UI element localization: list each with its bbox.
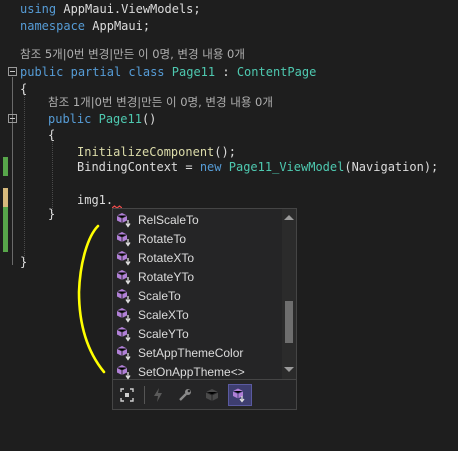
extension-method-icon bbox=[116, 307, 134, 323]
completion-item-label: ScaleXTo bbox=[138, 307, 189, 322]
code-line-ctor: public Page11() bbox=[48, 110, 156, 128]
completion-item[interactable]: ScaleXTo bbox=[113, 305, 281, 324]
scroll-up-arrow[interactable] bbox=[284, 215, 294, 220]
completion-item[interactable]: RotateYTo bbox=[113, 267, 281, 286]
indent-guide bbox=[24, 92, 25, 262]
completion-item-label: SetAppThemeColor bbox=[138, 345, 244, 360]
extension-method-icon bbox=[116, 326, 134, 342]
property-assign: BindingContext = bbox=[77, 160, 200, 174]
namespace-text: AppMaui.ViewModels; bbox=[63, 2, 201, 16]
extension-method-icon bbox=[116, 364, 134, 380]
completion-item-label: RotateTo bbox=[138, 231, 187, 246]
change-bar-saved bbox=[3, 157, 8, 176]
code-line-brace: { bbox=[20, 82, 28, 96]
cube-filter-icon[interactable] bbox=[200, 384, 224, 406]
wrench-filter-icon[interactable] bbox=[173, 384, 197, 406]
completion-item[interactable]: SetOnAppTheme<> bbox=[113, 362, 281, 381]
fold-line bbox=[12, 124, 13, 220]
class-name: Page11 bbox=[171, 65, 216, 79]
target-filter-icon[interactable] bbox=[115, 384, 139, 406]
indent-guide bbox=[52, 138, 53, 213]
namespace-text: AppMaui; bbox=[92, 19, 151, 33]
parens: () bbox=[141, 112, 157, 126]
completion-item-label: ScaleTo bbox=[138, 288, 181, 303]
code-line-typing[interactable]: img1. bbox=[77, 191, 113, 209]
scroll-down-arrow[interactable] bbox=[284, 367, 294, 372]
method-call: InitializeComponent bbox=[77, 145, 215, 159]
colon: : bbox=[222, 65, 230, 79]
code-line-brace: { bbox=[48, 128, 56, 142]
keyword: using bbox=[20, 2, 57, 16]
keyword: new bbox=[199, 160, 222, 174]
keyword: class bbox=[128, 65, 165, 79]
extension-method-icon bbox=[116, 250, 134, 266]
completion-item-label: ScaleYTo bbox=[138, 326, 189, 341]
extension-method-icon bbox=[116, 231, 134, 247]
completion-item-label: RotateYTo bbox=[138, 269, 195, 284]
completion-item[interactable]: RotateXTo bbox=[113, 248, 281, 267]
extension-method-filter-icon[interactable] bbox=[228, 384, 252, 406]
completion-item-label: RelScaleTo bbox=[138, 212, 199, 227]
ctor-name: Page11 bbox=[98, 112, 142, 126]
fold-toggle-class[interactable] bbox=[8, 67, 17, 76]
completion-item[interactable]: RotateTo bbox=[113, 229, 281, 248]
code-line-using: using AppMaui.ViewModels; bbox=[20, 0, 201, 18]
code-line-brace: } bbox=[20, 255, 28, 269]
extension-method-icon bbox=[116, 212, 134, 228]
completion-item[interactable]: ScaleTo bbox=[113, 286, 281, 305]
codelens-class[interactable]: 참조 5개|0번 변경|만든 이 0명, 변경 내용 0개 bbox=[20, 45, 245, 63]
change-bar-modified bbox=[3, 188, 8, 207]
completion-scrollbar[interactable] bbox=[282, 209, 296, 379]
completion-item-label: SetOnAppTheme<> bbox=[138, 364, 245, 379]
scroll-thumb[interactable] bbox=[285, 301, 293, 343]
code-line-brace: } bbox=[48, 207, 56, 221]
code-line-binding: BindingContext = new Page11_ViewModel(Na… bbox=[77, 158, 438, 176]
keyword: partial bbox=[70, 65, 122, 79]
completion-item[interactable]: RelScaleTo bbox=[113, 210, 281, 229]
call-args: (Navigation); bbox=[344, 160, 439, 174]
call-tail: (); bbox=[214, 145, 236, 159]
extension-method-icon bbox=[116, 288, 134, 304]
code-line-class: public partial class Page11 : ContentPag… bbox=[20, 63, 316, 81]
change-bar-saved bbox=[3, 207, 8, 252]
extension-method-icon bbox=[116, 269, 134, 285]
viewmodel-type: Page11_ViewModel bbox=[228, 160, 345, 174]
completion-filter-bar bbox=[112, 380, 297, 410]
fold-toggle-ctor[interactable] bbox=[8, 114, 17, 123]
keyword: public bbox=[20, 65, 64, 79]
intellisense-list[interactable]: RelScaleTo RotateTo RotateXTo RotateYTo Scal… bbox=[112, 208, 297, 380]
codelens-ctor[interactable]: 참조 1개|0번 변경|만든 이 0명, 변경 내용 0개 bbox=[48, 93, 273, 111]
keyword: public bbox=[48, 112, 92, 126]
keyword: namespace bbox=[20, 19, 86, 33]
completion-item[interactable]: ScaleYTo bbox=[113, 324, 281, 343]
base-class-name: ContentPage bbox=[236, 65, 317, 79]
filter-separator bbox=[144, 386, 145, 404]
extension-method-icon bbox=[116, 345, 134, 361]
code-line-namespace: namespace AppMaui; bbox=[20, 17, 150, 35]
completion-item[interactable]: SetAppThemeColor bbox=[113, 343, 281, 362]
completion-item-label: RotateXTo bbox=[138, 250, 195, 265]
event-filter-icon[interactable] bbox=[146, 384, 170, 406]
